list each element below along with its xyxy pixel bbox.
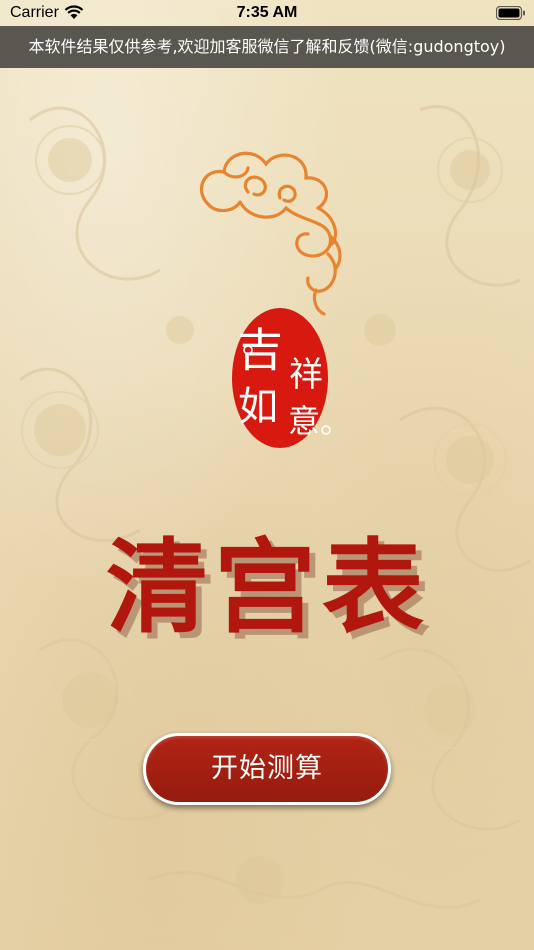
cloud-icon (199, 151, 342, 316)
seal-char-2: 祥 (289, 355, 323, 395)
battery-icon (496, 6, 525, 20)
status-bar: Carrier 7:35 AM (0, 0, 534, 26)
status-time: 7:35 AM (236, 4, 298, 21)
notice-banner: 本软件结果仅供参考,欢迎加客服微信了解和反馈(微信:gudongtoy) (0, 26, 534, 68)
start-calculation-button[interactable]: 开始测算 (143, 733, 391, 805)
seal-char-4: 意 (288, 402, 320, 440)
app-title: 清宫表 清宫表 (106, 528, 430, 645)
seal-char-3: 如 (238, 384, 278, 430)
title-text: 清宫表 (106, 528, 430, 645)
auspicious-logo: 吉 祥 如 意 (199, 151, 342, 448)
